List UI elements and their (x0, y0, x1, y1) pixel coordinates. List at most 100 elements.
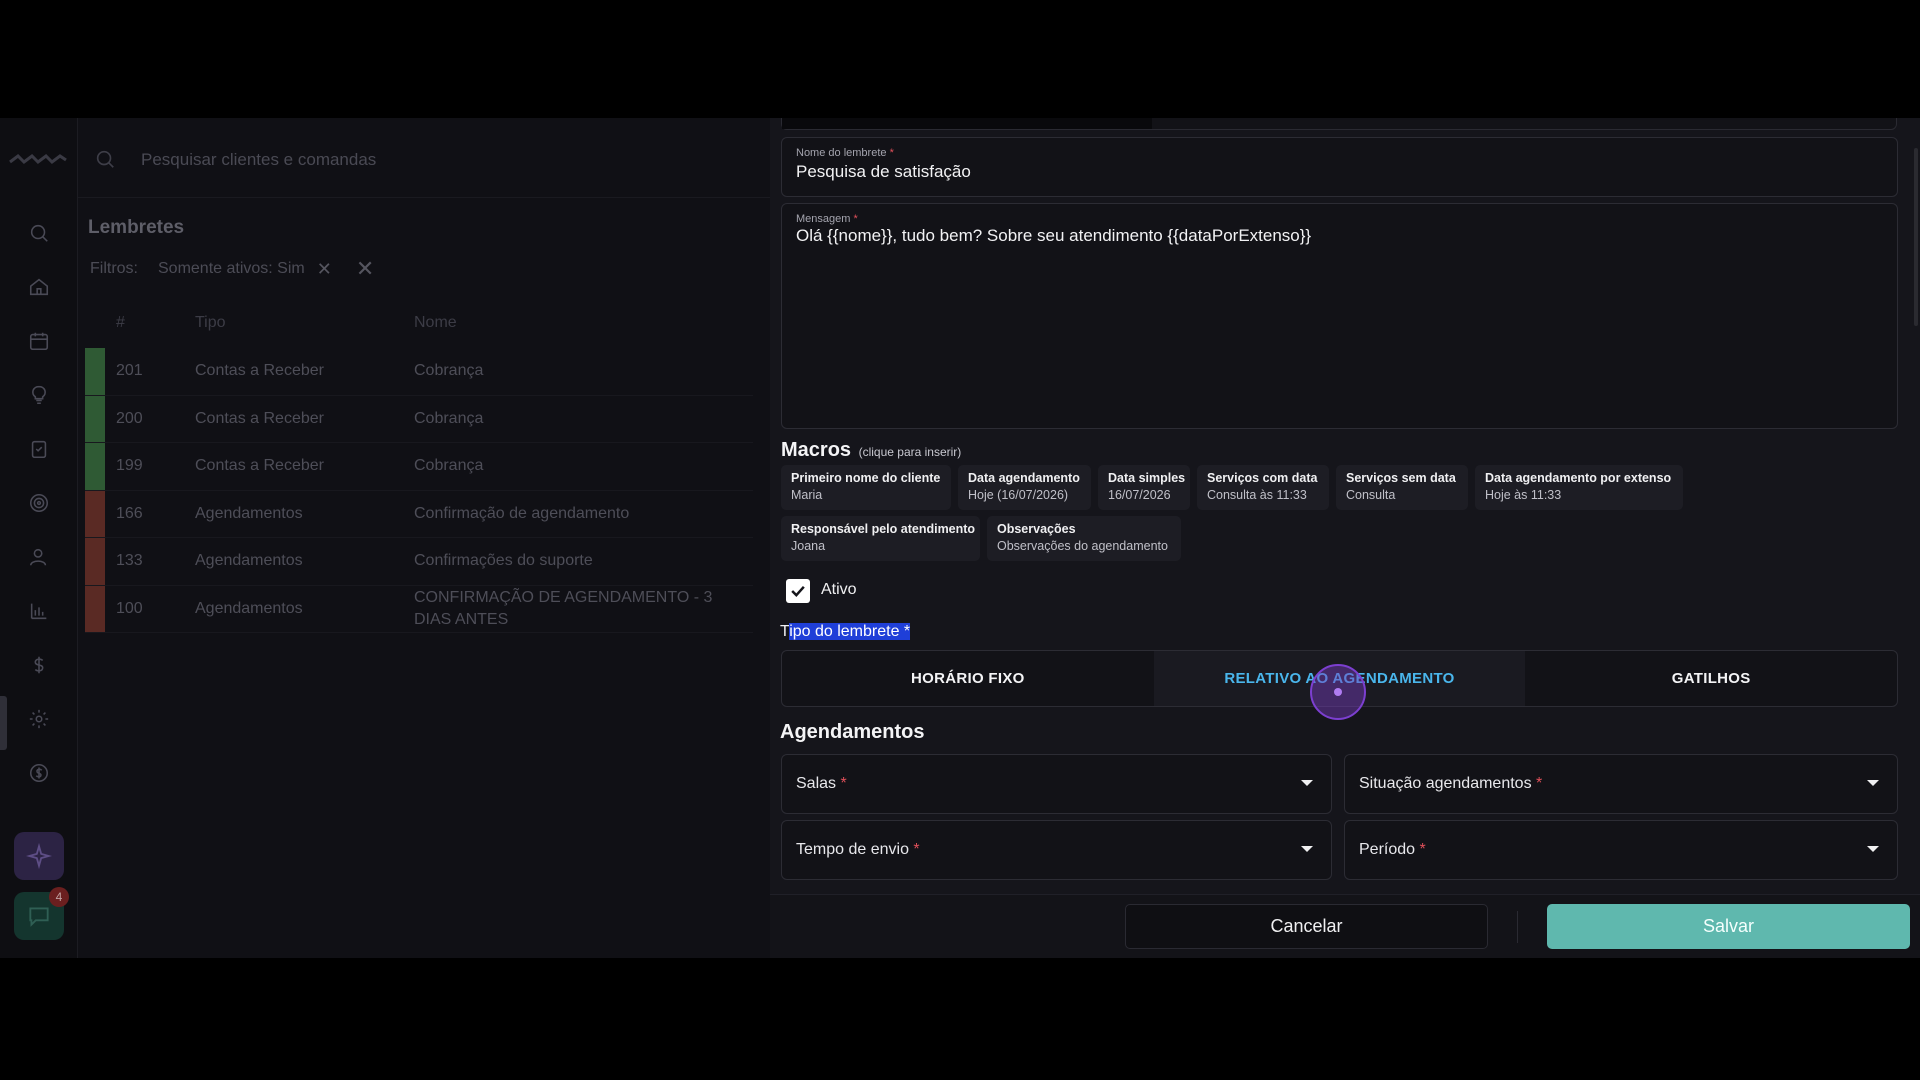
appointment-status-select[interactable]: Situação agendamentos * (1344, 754, 1898, 814)
appointments-section-title: Agendamentos (780, 721, 925, 743)
type-option-triggers[interactable]: GATILHOS (1525, 651, 1897, 706)
macro-chip[interactable]: Observações Observações do agendamento (987, 516, 1181, 561)
table-row[interactable]: 166 Agendamentos Confirmação de agendame… (85, 490, 753, 538)
lightbulb-icon[interactable] (26, 382, 52, 408)
ativo-checkbox[interactable] (786, 579, 810, 603)
row-nome: Cobrança (414, 457, 484, 475)
remove-filter-icon[interactable]: ✕ (317, 259, 332, 280)
top-search-bar: Pesquisar clientes e comandas (78, 118, 770, 198)
chat-count-badge: 4 (49, 887, 69, 907)
row-status-stripe (85, 585, 105, 632)
macro-example: Consulta às 11:33 (1207, 488, 1307, 502)
chevron-down-icon (1301, 780, 1313, 786)
macro-example: Maria (791, 488, 823, 502)
table-row[interactable]: 201 Contas a Receber Cobrança (85, 348, 753, 396)
app-window: 4 Pesquisar clientes e comandas Lembrete… (0, 118, 1920, 958)
appointment-status-label: Situação agendamentos * (1359, 775, 1543, 792)
macro-example: Hoje às 11:33 (1485, 488, 1562, 502)
reminder-type-label: Tipo do lembrete * (780, 623, 911, 640)
page-title: Lembretes (88, 217, 185, 238)
background-app: 4 Pesquisar clientes e comandas Lembrete… (0, 118, 770, 958)
macros-hint: (clique para inserir) (858, 445, 962, 459)
footer-divider (1517, 911, 1518, 943)
row-status-stripe (85, 443, 105, 490)
table-row[interactable]: 200 Contas a Receber Cobrança (85, 395, 753, 443)
table-row[interactable]: 199 Contas a Receber Cobrança (85, 443, 753, 491)
checklist-icon[interactable] (26, 436, 52, 462)
chevron-down-icon (1867, 780, 1879, 786)
macro-example: Hoje (16/07/2026) (968, 488, 1069, 502)
period-select[interactable]: Período * (1344, 820, 1898, 880)
row-nome: Confirmações do suporte (414, 552, 593, 570)
message-field[interactable]: Mensagem * Olá {{nome}}, tudo bem? Sobre… (781, 203, 1898, 429)
clear-filters-icon[interactable]: ✕ (356, 256, 374, 282)
row-status-stripe (85, 395, 105, 442)
home-icon[interactable] (26, 274, 52, 300)
reminder-name-field[interactable]: Nome do lembrete * Pesquisa de satisfaçã… (781, 137, 1898, 197)
reminder-name-label: Nome do lembrete * (796, 147, 894, 159)
row-tipo: Contas a Receber (195, 457, 324, 475)
period-label: Período * (1359, 841, 1426, 858)
macro-chip[interactable]: Responsável pelo atendimento Joana (781, 516, 980, 561)
selected-text: ipo do lembrete * (789, 623, 911, 640)
save-button[interactable]: Salvar (1547, 904, 1910, 949)
row-tipo: Agendamentos (195, 599, 303, 617)
macro-example: 16/07/2026 (1108, 488, 1171, 502)
gear-icon[interactable] (26, 706, 52, 732)
logo-icon (9, 154, 67, 164)
row-tipo: Agendamentos (195, 504, 303, 522)
column-header-nome[interactable]: Nome (414, 312, 753, 334)
macro-chip[interactable]: Data agendamento Hoje (16/07/2026) (958, 465, 1091, 510)
row-nome: CONFIRMAÇÃO DE AGENDAMENTO - 3 DIAS ANTE… (414, 588, 713, 628)
calendar-icon[interactable] (26, 328, 52, 354)
user-icon[interactable] (26, 544, 52, 570)
reminders-table: # Tipo Nome 201 Contas a Receber Cobranç… (85, 298, 753, 633)
row-nome: Cobrança (414, 409, 484, 427)
filters-label: Filtros: (90, 260, 138, 277)
macro-title: Data simples (1108, 471, 1186, 485)
filter-chip: Somente ativos: Sim ✕ (158, 259, 332, 280)
ativo-label[interactable]: Ativo (821, 581, 857, 599)
bar-chart-icon[interactable] (26, 598, 52, 624)
macro-chip[interactable]: Data agendamento por extenso Hoje às 11:… (1475, 465, 1683, 510)
target-icon[interactable] (26, 490, 52, 516)
ai-assistant-button[interactable] (14, 832, 64, 880)
click-indicator (1334, 688, 1342, 696)
active-indicator (0, 696, 7, 750)
send-time-select[interactable]: Tempo de envio * (781, 820, 1332, 880)
reminder-form-panel: Nome do lembrete * Pesquisa de satisfaçã… (770, 118, 1920, 958)
rooms-select[interactable]: Salas * (781, 754, 1332, 814)
global-search-input[interactable]: Pesquisar clientes e comandas (141, 150, 376, 170)
macro-title: Primeiro nome do cliente (791, 471, 941, 485)
row-tipo: Contas a Receber (195, 409, 324, 427)
macro-chip[interactable]: Data simples 16/07/2026 (1098, 465, 1190, 510)
macro-title: Serviços com data (1207, 471, 1318, 485)
scrollbar[interactable] (1914, 148, 1918, 326)
search-icon[interactable] (26, 220, 52, 246)
macro-title: Data agendamento (968, 471, 1080, 485)
nav-rail: 4 (0, 118, 78, 958)
column-header-tipo[interactable]: Tipo (195, 314, 414, 332)
search-icon (96, 150, 114, 168)
sparkle-icon (26, 843, 52, 869)
filter-bar: Filtros: Somente ativos: Sim ✕ ✕ (90, 256, 374, 282)
type-option-fixed-time[interactable]: HORÁRIO FIXO (782, 651, 1154, 706)
message-label: Mensagem * (796, 213, 858, 225)
macros-title: Macros (clique para inserir) (781, 439, 962, 461)
dollar-icon[interactable] (26, 652, 52, 678)
reminder-name-value[interactable]: Pesquisa de satisfação (796, 162, 971, 182)
cancel-button[interactable]: Cancelar (1125, 904, 1488, 949)
filter-chip-label: Somente ativos: Sim (158, 260, 305, 277)
row-tipo: Contas a Receber (195, 362, 324, 380)
macro-chip[interactable]: Serviços sem data Consulta (1336, 465, 1468, 510)
table-row[interactable]: 100 Agendamentos CONFIRMAÇÃO DE AGENDAME… (85, 585, 753, 633)
table-row[interactable]: 133 Agendamentos Confirmações do suporte (85, 538, 753, 586)
message-value[interactable]: Olá {{nome}}, tudo bem? Sobre seu atendi… (796, 226, 1311, 246)
macro-chip[interactable]: Serviços com data Consulta às 11:33 (1197, 465, 1329, 510)
column-header-id[interactable]: # (85, 314, 195, 332)
coin-icon[interactable] (26, 760, 52, 786)
macro-example: Consulta (1346, 488, 1396, 502)
macro-example: Joana (791, 539, 826, 553)
macro-chip[interactable]: Primeiro nome do cliente Maria (781, 465, 951, 510)
chat-bubble-icon (29, 907, 49, 927)
